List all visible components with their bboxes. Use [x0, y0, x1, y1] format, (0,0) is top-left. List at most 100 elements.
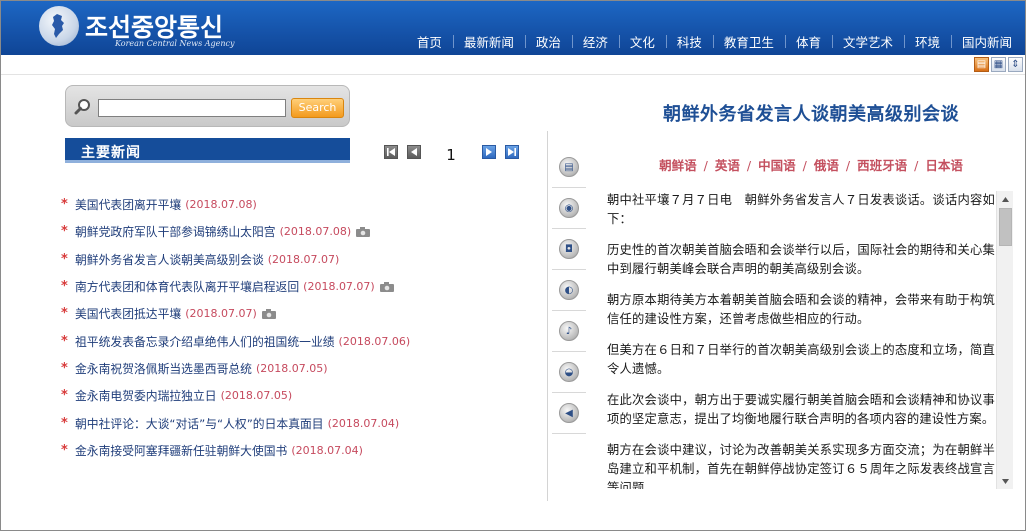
news-title[interactable]: 美国代表团离开平壤: [75, 196, 181, 213]
list-item[interactable]: * 金永南电贺委内瑞拉独立日 (2018.07.05): [61, 382, 531, 409]
article-paragraph: 在此次会谈中，朝方出于要诚实履行朝美首脑会晤和会谈精神和协议事项的坚定意志，提出…: [607, 393, 995, 426]
search-button[interactable]: Search: [291, 98, 344, 118]
scroll-down-icon[interactable]: [997, 473, 1013, 489]
current-page-number: 1: [446, 146, 456, 164]
article-paragraph: 朝方原本期待美方本着朝美首脑会晤和会谈的精神，会带来有助于构筑信任的建设性方案，…: [607, 293, 995, 326]
nav-item-culture[interactable]: 文化: [618, 32, 666, 51]
article-paragraph: 但美方在６日和７日举行的首次朝美高级别会谈上的态度和立场，简直令人遗憾。: [607, 343, 995, 376]
nav-item-education-health[interactable]: 教育卫生: [712, 32, 785, 51]
list-item[interactable]: * 美国代表团抵达平壤 (2018.07.07): [61, 300, 531, 327]
news-date: (2018.07.05): [255, 361, 328, 375]
news-title[interactable]: 金永南电贺委内瑞拉独立日: [75, 387, 217, 404]
camera-icon: [356, 226, 371, 237]
search-panel: Search: [65, 85, 350, 127]
list-item[interactable]: * 南方代表团和体育代表队离开平壤启程返回 (2018.07.07): [61, 273, 531, 300]
audio-icon[interactable]: ◒: [552, 352, 586, 393]
bullet-icon: *: [61, 306, 68, 322]
photo-gallery-icon[interactable]: ◉: [552, 188, 586, 229]
news-date: (2018.07.07): [267, 252, 340, 266]
nav-item-home[interactable]: 首页: [406, 32, 453, 51]
article-paragraph: 朝方在会谈中建议，讨论为改善朝美关系实现多方面交流；为在朝鲜半岛建立和平机制，首…: [607, 443, 995, 489]
music-icon[interactable]: ♪: [552, 311, 586, 352]
main-news-header: 主要新闻: [65, 138, 350, 163]
bullet-icon: *: [61, 388, 68, 404]
news-date: (2018.07.08): [279, 225, 352, 239]
news-title[interactable]: 金永南接受阿塞拜疆新任驻朝鲜大使国书: [75, 442, 287, 459]
site-header: 조선중앙통신 Korean Central News Agency 首页 最新新…: [1, 1, 1025, 55]
bullet-icon: *: [61, 360, 68, 376]
video-icon[interactable]: ◐: [552, 270, 586, 311]
lang-spanish[interactable]: 西班牙语: [857, 158, 907, 173]
media-icon[interactable]: ▦: [991, 57, 1006, 72]
camera-icon[interactable]: ◘: [552, 229, 586, 270]
news-title[interactable]: 祖平统发表备忘录介绍卓绝伟人们的祖国统一业绩: [75, 333, 335, 350]
article-paragraph: 朝中社平壤７月７日电 朝鲜外务省发言人７日发表谈话。谈话内容如下：: [607, 193, 995, 226]
lang-korean[interactable]: 朝鲜语: [659, 158, 697, 173]
scroll-up-icon[interactable]: [997, 191, 1013, 207]
site-logo[interactable]: 조선중앙통신 Korean Central News Agency: [39, 6, 249, 52]
news-title[interactable]: 美国代表团抵达平壤: [75, 305, 181, 322]
lang-chinese[interactable]: 中国语: [758, 158, 796, 173]
nav-item-science[interactable]: 科技: [665, 32, 713, 51]
news-title[interactable]: 朝鲜外务省发言人谈朝美高级别会谈: [75, 251, 264, 268]
bullet-icon: *: [61, 279, 68, 295]
bullet-icon: *: [61, 415, 68, 431]
bullet-icon: *: [61, 333, 68, 349]
last-page-icon[interactable]: [505, 145, 519, 159]
news-date: (2018.07.08): [185, 198, 257, 212]
prev-page-icon[interactable]: [407, 145, 421, 159]
bullet-icon: *: [61, 442, 68, 458]
article-scrollbar[interactable]: [996, 191, 1013, 489]
news-date: (2018.07.04): [327, 416, 400, 430]
news-title[interactable]: 南方代表团和体育代表队离开平壤启程返回: [75, 278, 299, 295]
pagination: 1: [384, 143, 528, 164]
article-body: 朝中社平壤７月７日电 朝鲜外务省发言人７日发表谈话。谈话内容如下： 历史性的首次…: [607, 191, 995, 489]
logo-english-text: Korean Central News Agency: [115, 39, 235, 48]
megaphone-icon[interactable]: ◀: [552, 393, 586, 434]
language-selector: 朝鲜语 / 英语 / 中国语 / 俄语 / 西班牙语 / 日本语: [659, 158, 963, 173]
scrollbar-thumb[interactable]: [999, 208, 1012, 246]
main-nav: 首页 最新新闻 政治 经济 文化 科技 教育卫生 体育 文学艺术 环境 国内新闻: [406, 31, 1015, 51]
news-title[interactable]: 金永南祝贺洛佩斯当选墨西哥总统: [75, 360, 252, 377]
list-item[interactable]: * 朝中社评论：大谈“对话”与“人权”的日本真面目 (2018.07.04): [61, 409, 531, 436]
news-list: * 美国代表团离开平壤 (2018.07.08) * 朝鲜党政府军队干部参谒锦绣山太阳…: [61, 191, 531, 464]
lang-english[interactable]: 英语: [715, 158, 740, 173]
nav-item-latest-news[interactable]: 最新新闻: [452, 32, 525, 51]
list-item[interactable]: * 朝鲜外务省发言人谈朝美高级别会谈 (2018.07.07): [61, 246, 531, 273]
bullet-icon: *: [61, 197, 68, 213]
article-icon[interactable]: ▤: [552, 147, 586, 188]
nav-item-literature-art[interactable]: 文学艺术: [831, 32, 904, 51]
news-date: (2018.07.06): [338, 334, 411, 348]
nav-item-sports[interactable]: 体育: [784, 32, 832, 51]
camera-icon: [261, 308, 276, 319]
list-item[interactable]: * 朝鲜党政府军队干部参谒锦绣山太阳宫 (2018.07.08): [61, 218, 531, 245]
scroll-icon[interactable]: ⇕: [1008, 57, 1023, 72]
article-title: 朝鲜外务省发言人谈朝美高级别会谈: [663, 104, 959, 125]
nav-item-economy[interactable]: 经济: [571, 32, 619, 51]
browser-viewport: 조선중앙통신 Korean Central News Agency 首页 最新新…: [0, 0, 1026, 531]
next-page-icon[interactable]: [482, 145, 496, 159]
news-date: (2018.07.07): [303, 280, 375, 294]
news-date: (2018.07.05): [220, 389, 293, 403]
globe-emblem-icon: [39, 6, 79, 46]
news-title[interactable]: 朝中社评论：大谈“对话”与“人权”的日本真面目: [75, 415, 324, 432]
toolbar-strip: ▤ ▦ ⇕: [1, 55, 1025, 75]
bullet-icon: *: [61, 224, 68, 240]
nav-item-environment[interactable]: 环境: [903, 32, 951, 51]
print-icon[interactable]: ▤: [974, 57, 989, 72]
nav-item-domestic-news[interactable]: 国内新闻: [950, 32, 1015, 51]
column-divider: [547, 131, 548, 501]
list-item[interactable]: * 祖平统发表备忘录介绍卓绝伟人们的祖国统一业绩 (2018.07.06): [61, 327, 531, 354]
first-page-icon[interactable]: [384, 145, 398, 159]
lang-russian[interactable]: 俄语: [814, 158, 839, 173]
toolbar-icons: ▤ ▦ ⇕: [974, 57, 1023, 72]
camera-icon: [379, 281, 394, 292]
news-title[interactable]: 朝鲜党政府军队干部参谒锦绣山太阳宫: [75, 223, 276, 240]
list-item[interactable]: * 金永南祝贺洛佩斯当选墨西哥总统 (2018.07.05): [61, 355, 531, 382]
list-item[interactable]: * 金永南接受阿塞拜疆新任驻朝鲜大使国书 (2018.07.04): [61, 437, 531, 464]
news-date: (2018.07.07): [185, 307, 257, 321]
list-item[interactable]: * 美国代表团离开平壤 (2018.07.08): [61, 191, 531, 218]
search-input[interactable]: [98, 99, 286, 117]
nav-item-politics[interactable]: 政治: [524, 32, 572, 51]
lang-japanese[interactable]: 日本语: [925, 158, 963, 173]
